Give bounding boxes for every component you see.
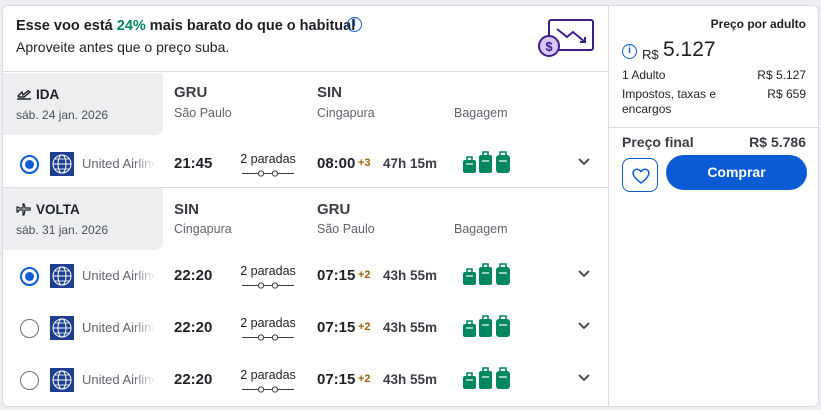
heart-icon [632, 168, 650, 184]
discount-percent: 24% [116, 18, 146, 34]
outbound-date: sáb. 24 jan. 2026 [16, 108, 109, 122]
banner-title-text: Esse voo está [16, 18, 117, 34]
outbound-to-city: Cingapura [317, 106, 375, 120]
arrival-day-offset: +2 [358, 269, 371, 281]
airline-fade [133, 368, 155, 392]
arrival-time: 07:15 [317, 319, 356, 336]
chevron-down-icon[interactable] [577, 157, 591, 167]
outbound-to-code: SIN [317, 84, 343, 101]
united-airlines-logo [50, 316, 74, 340]
itinerary-panel: Esse voo está 24% mais barato do que o h… [3, 6, 608, 406]
departure-time: 22:20 [174, 319, 213, 336]
price-currency: R$ [642, 47, 659, 62]
arrival-day-offset: +2 [358, 321, 371, 333]
buy-button[interactable]: Comprar [666, 155, 807, 190]
luggage-icon [463, 263, 510, 285]
stops-count: 2 paradas [240, 264, 296, 278]
stops-count: 2 paradas [240, 368, 296, 382]
arrival-time: 07:15 [317, 371, 356, 388]
favorite-button[interactable] [622, 158, 658, 192]
price-panel: Preço por adulto i R$ 5.127 1 Adulto R$ … [608, 6, 818, 406]
arrival-time: 08:00 [317, 155, 356, 172]
plane-takeoff-icon [17, 89, 32, 100]
arrival-day-offset: +3 [358, 157, 371, 169]
stops-line-icon [242, 334, 294, 341]
banner-subtitle: Aproveite antes que o preço suba. [16, 39, 230, 55]
price-amount: 5.127 [663, 38, 716, 61]
luggage-icon [463, 151, 510, 173]
plane-landing-icon [16, 202, 31, 216]
luggage-icon [463, 367, 510, 389]
outbound-from-code: GRU [174, 84, 208, 101]
banner-title: Esse voo está 24% mais barato do que o h… [16, 18, 355, 34]
stops-line-icon [242, 282, 294, 289]
stops-line-icon [242, 170, 294, 177]
return-to-code: GRU [317, 201, 351, 218]
return-to-city: São Paulo [317, 222, 375, 236]
return-date: sáb. 31 jan. 2026 [16, 223, 109, 237]
banner-title-text-end: mais barato do que o habitual [145, 18, 356, 34]
outbound-from-city: São Paulo [174, 106, 232, 120]
taxes-label-line1: Impostos, taxas e [622, 87, 717, 101]
price-separator [609, 127, 818, 128]
united-airlines-logo [50, 152, 74, 176]
taxes-value: R$ 659 [767, 87, 806, 101]
flight-select-radio[interactable] [20, 155, 39, 174]
flight-duration: 43h 55m [383, 372, 438, 387]
departure-time: 21:45 [174, 155, 213, 172]
flight-row[interactable]: United Airlines22:202 paradas07:15+243h … [3, 251, 608, 301]
flight-select-radio[interactable] [20, 319, 39, 338]
flight-row[interactable]: United Airlines22:202 paradas07:15+243h … [3, 355, 608, 405]
stops-line-icon [242, 386, 294, 393]
svg-text:$: $ [545, 39, 553, 54]
chevron-down-icon[interactable] [577, 373, 591, 383]
arrival-day-offset: +2 [358, 373, 371, 385]
stops-count: 2 paradas [240, 152, 296, 166]
return-from-code: SIN [174, 201, 200, 218]
return-baggage-header: Bagagem [454, 222, 508, 236]
adult-count-label: 1 Adulto [622, 68, 666, 82]
outbound-leg-tag: IDA sáb. 24 jan. 2026 [3, 73, 163, 135]
airline-fade [133, 152, 155, 176]
flight-duration: 47h 15m [383, 156, 438, 171]
flight-select-radio[interactable] [20, 267, 39, 286]
arrival-time: 07:15 [317, 267, 356, 284]
flight-row[interactable]: United Airlines22:202 paradas07:15+243h … [3, 303, 608, 353]
united-airlines-logo [50, 368, 74, 392]
flight-select-radio[interactable] [20, 371, 39, 390]
info-icon[interactable]: i [347, 17, 362, 32]
flight-duration: 43h 55m [383, 320, 438, 335]
return-label: VOLTA [16, 202, 80, 217]
return-from-city: Cingapura [174, 222, 232, 236]
price-insight-banner: Esse voo está 24% mais barato do que o h… [3, 6, 608, 72]
price-info-icon[interactable]: i [622, 44, 637, 59]
taxes-label-line2: encargos [622, 102, 672, 116]
departure-time: 22:20 [174, 371, 213, 388]
outbound-label-text: IDA [36, 87, 60, 102]
price-per-adult-label: Preço por adulto [710, 17, 806, 31]
final-price-value: R$ 5.786 [749, 134, 806, 150]
luggage-icon [463, 315, 510, 337]
airline-fade [133, 264, 155, 288]
final-price-label: Preço final [622, 134, 694, 150]
outbound-baggage-header: Bagagem [454, 106, 508, 120]
chevron-down-icon[interactable] [577, 269, 591, 279]
departure-time: 22:20 [174, 267, 213, 284]
return-leg-tag: VOLTA sáb. 31 jan. 2026 [3, 188, 163, 250]
flight-row[interactable]: United Airlines21:452 paradas08:00+347h … [3, 139, 608, 189]
adult-price-value: R$ 5.127 [757, 68, 806, 82]
flight-offer-card: Esse voo está 24% mais barato do que o h… [2, 5, 819, 407]
flight-duration: 43h 55m [383, 268, 438, 283]
outbound-label: IDA [16, 87, 59, 102]
stops-count: 2 paradas [240, 316, 296, 330]
airline-fade [133, 316, 155, 340]
return-label-text: VOLTA [36, 202, 80, 217]
chevron-down-icon[interactable] [577, 321, 591, 331]
united-airlines-logo [50, 264, 74, 288]
price-drop-icon: $ [538, 19, 594, 57]
